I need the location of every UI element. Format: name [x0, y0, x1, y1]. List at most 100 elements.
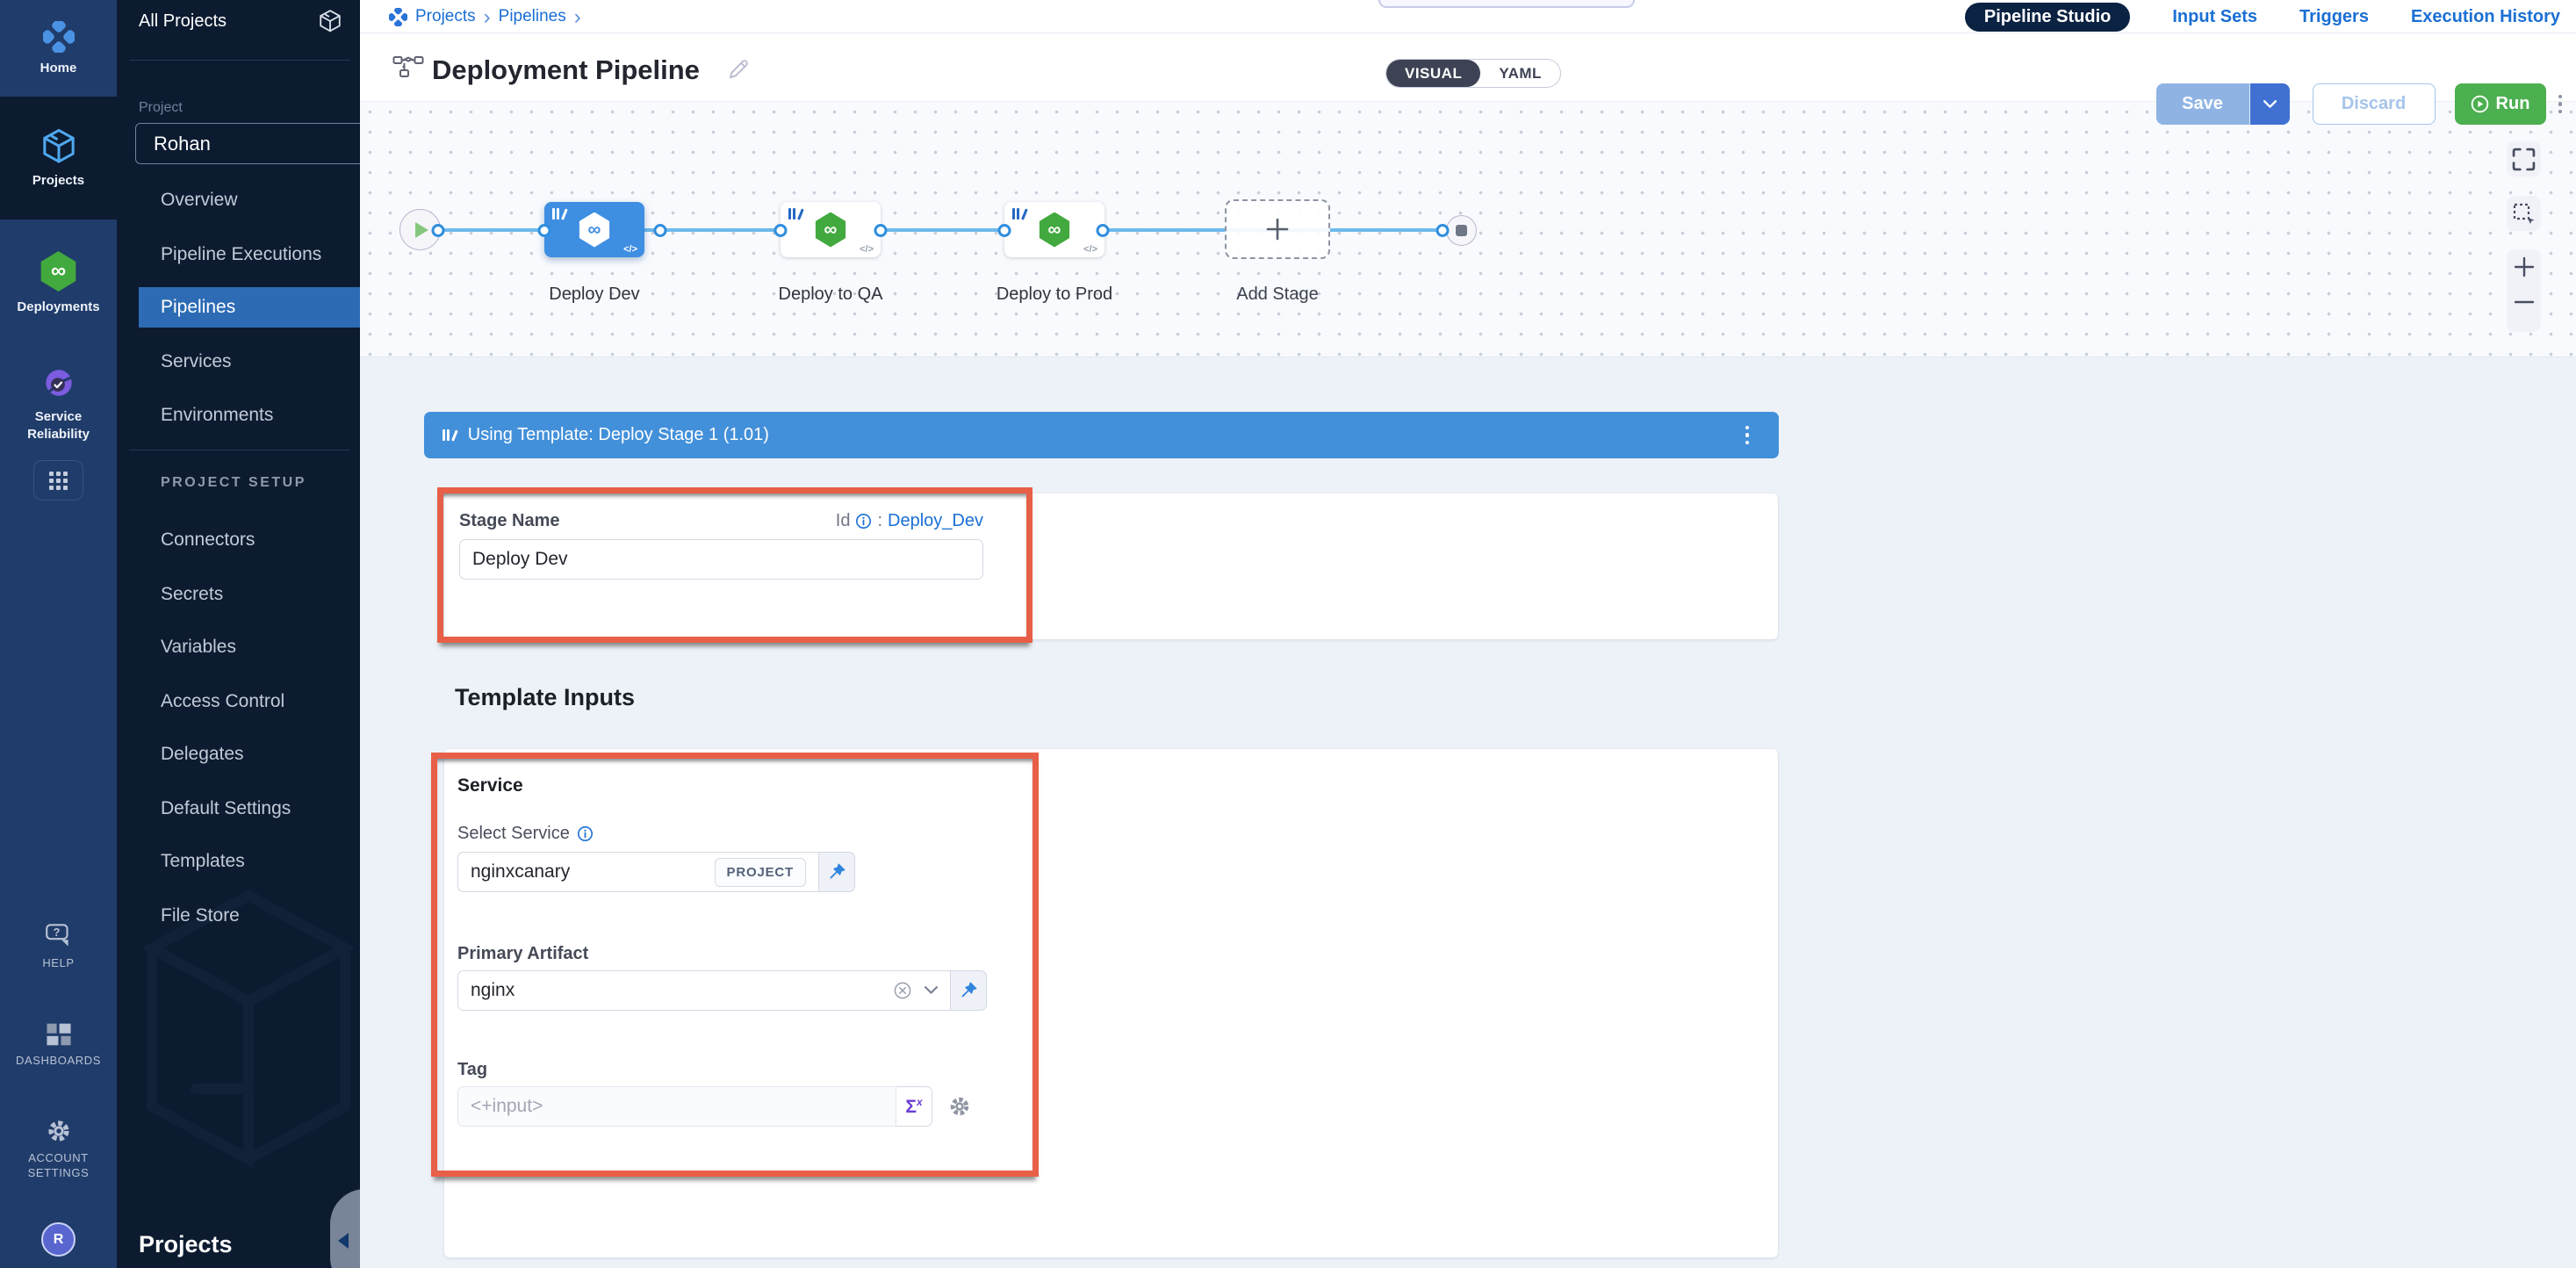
rail-item-home[interactable]: Home: [0, 0, 117, 97]
expression-button[interactable]: Σx: [896, 1086, 932, 1127]
id-separator: :: [877, 511, 882, 531]
clear-selection-icon[interactable]: [893, 981, 912, 1000]
rail-item-dashboards[interactable]: DASHBOARDS: [0, 1021, 117, 1067]
service-scope-badge: PROJECT: [715, 858, 806, 887]
header-kebab-menu[interactable]: [2558, 95, 2563, 114]
sidebar-projects-heading: Projects: [139, 1231, 233, 1258]
connector-dot[interactable]: [998, 224, 1011, 237]
stage-label-deploy-to-prod: Deploy to Prod: [975, 285, 1133, 305]
dashboards-icon: [45, 1021, 73, 1048]
template-banner-menu[interactable]: [1745, 426, 1750, 445]
stage-node-deploy-to-qa[interactable]: ∞ </>: [781, 202, 881, 257]
sidebar-item-pipeline-executions[interactable]: Pipeline Executions: [117, 234, 360, 275]
rail-item-help[interactable]: ? HELP: [0, 922, 117, 969]
save-button[interactable]: Save: [2156, 83, 2249, 125]
template-banner-text: Using Template: Deploy Stage 1 (1.01): [468, 425, 769, 445]
info-icon[interactable]: [577, 825, 594, 842]
add-stage-button[interactable]: [1225, 199, 1330, 259]
code-glyph: </>: [623, 244, 637, 255]
toggle-visual[interactable]: VISUAL: [1386, 60, 1480, 87]
connector-dot[interactable]: [874, 224, 888, 237]
save-options-button[interactable]: [2249, 83, 2290, 125]
pin-service-button[interactable]: [819, 852, 855, 892]
marquee-select-icon: [2512, 202, 2536, 226]
tab-pipeline-studio[interactable]: Pipeline Studio: [1965, 3, 2130, 32]
sidebar-item-file-store[interactable]: File Store: [117, 896, 360, 936]
sidebar-item-variables[interactable]: Variables: [117, 627, 360, 667]
sidebar-item-environments[interactable]: Environments: [117, 395, 360, 436]
sidebar-item-overview[interactable]: Overview: [117, 180, 360, 220]
service-select-field[interactable]: PROJECT: [457, 852, 819, 892]
edit-pencil-icon[interactable]: [727, 56, 752, 81]
harness-logo-icon: [43, 21, 75, 53]
tab-triggers[interactable]: Triggers: [2299, 7, 2369, 27]
stage-config-panel: Using Template: Deploy Stage 1 (1.01) St…: [360, 357, 2576, 1268]
sidebar-item-pipelines[interactable]: Pipelines: [139, 287, 360, 328]
select-service-label: Select Service: [457, 824, 570, 844]
stage-name-card: Stage Name Id : Deploy_Dev: [444, 494, 1778, 639]
pipeline-canvas[interactable]: ∞ </> ∞ </> ∞ </> Deploy Dev Deploy to Q…: [360, 101, 2576, 357]
connector-dot[interactable]: [1436, 224, 1450, 237]
rail-item-service-reliability[interactable]: Service Reliability: [0, 347, 117, 459]
connector-dot[interactable]: [1097, 224, 1110, 237]
expression-sigma-icon: Σx: [905, 1096, 922, 1118]
stage-node-deploy-to-prod[interactable]: ∞ </>: [1004, 202, 1105, 257]
pin-artifact-button[interactable]: [951, 970, 987, 1011]
connector-dot[interactable]: [432, 224, 445, 237]
run-button[interactable]: Run: [2455, 83, 2546, 125]
cd-hexagon-icon: ∞: [40, 251, 78, 292]
tag-field[interactable]: [457, 1086, 896, 1127]
primary-artifact-field[interactable]: [457, 970, 951, 1011]
chevron-down-icon[interactable]: [925, 986, 938, 995]
connector-dot[interactable]: [654, 224, 667, 237]
connector-dot[interactable]: [774, 224, 788, 237]
fullscreen-button[interactable]: [2507, 141, 2541, 177]
rail-item-deployments[interactable]: ∞ Deployments: [0, 220, 117, 347]
sidebar-item-connectors[interactable]: Connectors: [117, 520, 360, 560]
rail-item-account-settings[interactable]: ACCOUNT SETTINGS: [0, 1117, 117, 1179]
sidebar-item-secrets[interactable]: Secrets: [117, 574, 360, 615]
sidebar-item-access-control[interactable]: Access Control: [117, 681, 360, 722]
rail-label-projects: Projects: [32, 173, 84, 189]
page-title: Deployment Pipeline: [432, 54, 700, 86]
sidebar-item-templates[interactable]: Templates: [117, 841, 360, 882]
pipeline-end-node[interactable]: [1446, 215, 1477, 246]
tag-input[interactable]: [471, 1096, 883, 1117]
title-row: Deployment Pipeline VISUAL YAML Save Dis…: [360, 33, 2576, 101]
info-icon[interactable]: [855, 513, 872, 530]
stage-id-value[interactable]: Deploy_Dev: [888, 511, 983, 531]
apps-grid-button[interactable]: [33, 460, 83, 501]
tab-execution-history[interactable]: Execution History: [2411, 7, 2560, 27]
tag-settings-button[interactable]: [947, 1086, 972, 1127]
sidebar-item-delegates[interactable]: Delegates: [117, 734, 360, 774]
tab-input-sets[interactable]: Input Sets: [2172, 7, 2257, 27]
sidebar-item-services[interactable]: Services: [117, 342, 360, 382]
zoom-in-button[interactable]: [2507, 249, 2541, 285]
cube-icon[interactable]: [318, 9, 342, 33]
breadcrumb-link-pipelines[interactable]: Pipelines: [499, 7, 566, 26]
rail-item-projects[interactable]: Projects: [0, 97, 117, 220]
all-projects-link[interactable]: All Projects: [139, 11, 227, 32]
breadcrumb-link-projects[interactable]: Projects: [415, 7, 476, 26]
rail-label-home: Home: [40, 61, 77, 76]
marquee-select-button[interactable]: [2507, 196, 2541, 231]
service-card: Service Select Service PROJECT Primary A…: [444, 749, 1778, 1257]
code-glyph: </>: [1083, 244, 1097, 255]
discard-button[interactable]: Discard: [2313, 83, 2436, 125]
service-select-input[interactable]: [471, 861, 715, 883]
user-avatar[interactable]: R: [41, 1222, 76, 1257]
stage-node-deploy-dev[interactable]: ∞ </>: [544, 202, 644, 257]
plus-icon: [1264, 216, 1291, 242]
connector-dot[interactable]: [538, 224, 551, 237]
stage-name-input[interactable]: [472, 549, 970, 570]
gear-icon: [45, 1117, 73, 1145]
primary-artifact-input[interactable]: [471, 980, 893, 1001]
zoom-in-icon: [2514, 256, 2535, 277]
tag-label: Tag: [457, 1060, 487, 1080]
toggle-yaml[interactable]: YAML: [1480, 60, 1560, 87]
rail-label-reliability: Reliability: [27, 427, 90, 443]
stage-label-deploy-to-qa: Deploy to QA: [752, 285, 910, 305]
sidebar-item-default-settings[interactable]: Default Settings: [117, 789, 360, 829]
project-selector[interactable]: Rohan: [135, 123, 360, 164]
zoom-out-button[interactable]: [2507, 285, 2541, 320]
